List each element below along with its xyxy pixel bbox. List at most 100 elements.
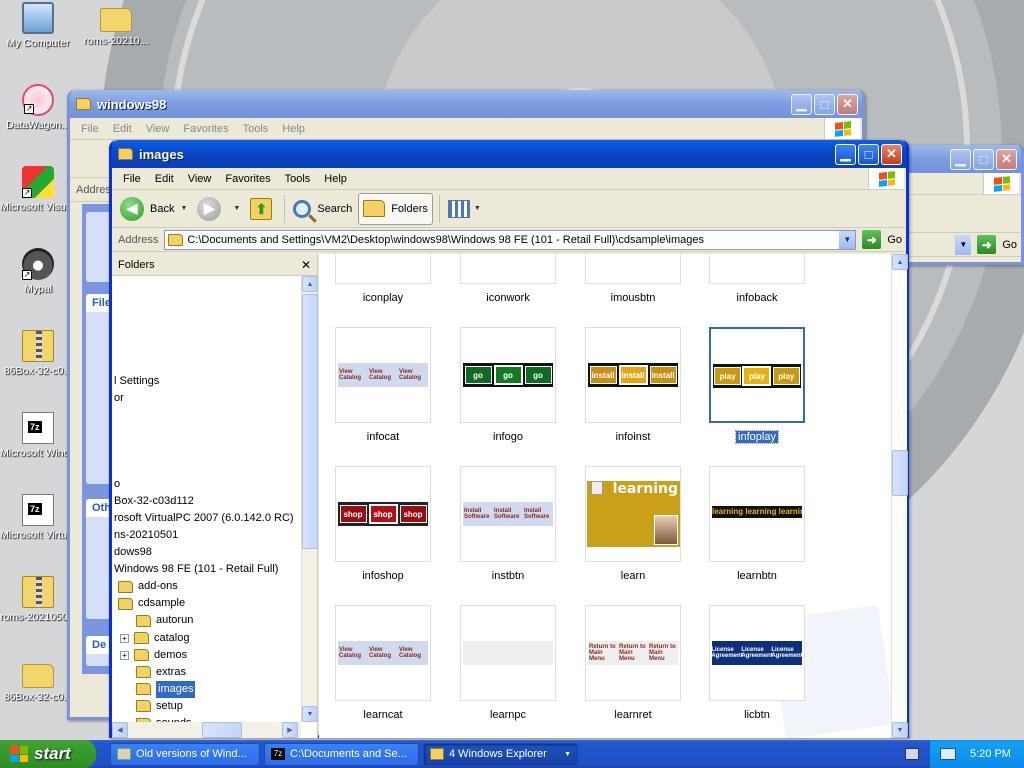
- tree-item[interactable]: rosoft VirtualPC 2007 (6.0.142.0 RC): [114, 510, 294, 527]
- thumbnail[interactable]: [335, 254, 431, 284]
- desktop-icon[interactable]: roms-20210...: [78, 2, 154, 47]
- tree-horizontal-scrollbar[interactable]: ◀ ▶: [112, 722, 301, 738]
- thumbnail-label[interactable]: infogo: [446, 430, 570, 444]
- menu-file[interactable]: File: [116, 173, 148, 185]
- tree-item[interactable]: ns-20210501: [114, 527, 178, 544]
- tree-item[interactable]: Box-32-c03d112: [114, 493, 194, 510]
- menu-help[interactable]: Help: [275, 123, 312, 135]
- tree-item[interactable]: o: [114, 476, 120, 493]
- menu-help[interactable]: Help: [317, 173, 354, 185]
- search-button[interactable]: Search: [289, 193, 356, 225]
- thumbnail-label[interactable]: learn: [571, 569, 695, 583]
- menu-favorites[interactable]: Favorites: [218, 173, 277, 185]
- tree-item[interactable]: dows98: [114, 544, 152, 561]
- desktop-icon[interactable]: 86Box-32-c0...: [0, 330, 76, 377]
- thumbnail[interactable]: go go go: [460, 327, 556, 423]
- maximize-button[interactable]: □: [858, 143, 879, 165]
- close-button[interactable]: ✕: [996, 148, 1017, 170]
- tree-vertical-scrollbar[interactable]: ▲ ▼: [301, 276, 318, 722]
- minimize-button[interactable]: ▁: [791, 93, 812, 115]
- desktop-icon[interactable]: My Computer: [0, 2, 76, 49]
- thumbnail[interactable]: Return to Main Menu Return to Main Menu Re…: [585, 605, 681, 701]
- scroll-left-button[interactable]: ◀: [112, 722, 128, 738]
- thumbnail-label[interactable]: instbtn: [446, 569, 570, 583]
- thumbnail-label[interactable]: infocat: [321, 430, 445, 444]
- keyboard-icon[interactable]: [905, 748, 919, 760]
- menu-tools[interactable]: Tools: [236, 123, 276, 135]
- explorer-window-images[interactable]: images ▁ □ ✕ File Edit View Favorites Tools H…: [109, 140, 909, 738]
- desktop-icon[interactable]: 7z Microsoft VirtualPC 20...: [0, 494, 76, 541]
- thumbnail[interactable]: install install install: [585, 327, 681, 423]
- thumbnail-label[interactable]: learnpc: [446, 708, 570, 722]
- maximize-button[interactable]: □: [973, 148, 994, 170]
- scroll-up-button[interactable]: ▲: [892, 254, 908, 270]
- tree-item[interactable]: cdsample: [118, 595, 185, 612]
- thumbnail[interactable]: learning learning learning: [709, 466, 805, 562]
- taskbar-item-7zip[interactable]: 7z C:\Documents and Se...: [264, 742, 419, 766]
- menu-view[interactable]: View: [181, 173, 219, 185]
- thumbnail[interactable]: shop shop shop: [335, 466, 431, 562]
- close-button[interactable]: ✕: [881, 143, 902, 165]
- start-button[interactable]: start: [0, 740, 96, 768]
- tree-item[interactable]: sounds: [136, 715, 191, 722]
- desktop-icon[interactable]: ↗ Mypal: [0, 248, 76, 295]
- go-button[interactable]: ➜ Go: [862, 230, 902, 249]
- clock[interactable]: 5:20 PM: [970, 748, 1011, 760]
- close-icon[interactable]: ✕: [301, 258, 311, 272]
- menu-favorites[interactable]: Favorites: [176, 123, 235, 135]
- tree-item[interactable]: l Settings: [114, 373, 159, 390]
- dropdown-arrow-icon[interactable]: ▼: [180, 205, 187, 212]
- maximize-button[interactable]: □: [814, 93, 835, 115]
- tree-item[interactable]: add-ons: [118, 578, 178, 595]
- up-button[interactable]: ⬆: [246, 193, 278, 225]
- address-dropdown-button[interactable]: ▼: [955, 234, 972, 255]
- thumbnail[interactable]: learning: [585, 466, 681, 562]
- thumbnail-label[interactable]: infoplay: [695, 430, 819, 444]
- thumbnail-label[interactable]: licbtn: [695, 708, 819, 722]
- minimize-button[interactable]: ▁: [835, 143, 856, 165]
- thumbnail[interactable]: Install Software Install Software Install …: [460, 466, 556, 562]
- scroll-thumb[interactable]: [892, 450, 908, 496]
- thumbnail-label[interactable]: learnbtn: [695, 569, 819, 583]
- minimize-button[interactable]: ▁: [950, 148, 971, 170]
- tree-item[interactable]: autorun: [136, 612, 193, 629]
- tree-item[interactable]: + demos: [120, 647, 187, 664]
- thumbnail[interactable]: [460, 254, 556, 284]
- thumbnail[interactable]: [709, 254, 805, 284]
- thumbnail[interactable]: View Catalog View Catalog View Catalog: [335, 605, 431, 701]
- tree-item[interactable]: extras: [136, 664, 186, 681]
- thumbnail[interactable]: License Agreement License Agreement Licens…: [709, 605, 805, 701]
- thumbnail[interactable]: [585, 254, 681, 284]
- tree-item[interactable]: + catalog: [120, 630, 189, 647]
- thumbnail-label[interactable]: infoback: [695, 291, 819, 305]
- address-input[interactable]: C:\Documents and Settings\VM2\Desktop\wi…: [164, 229, 857, 250]
- scroll-down-button[interactable]: ▼: [302, 706, 318, 722]
- menu-tools[interactable]: Tools: [278, 173, 318, 185]
- tree-item[interactable]: images: [136, 680, 196, 698]
- taskbar-item-old-versions[interactable]: Old versions of Wind...: [110, 742, 260, 766]
- desktop-icon[interactable]: ↗ DataWagon...: [0, 84, 76, 131]
- network-icon[interactable]: [940, 748, 956, 760]
- menu-view[interactable]: View: [139, 123, 177, 135]
- title-bar[interactable]: images ▁ □ ✕: [112, 140, 906, 168]
- desktop-icon[interactable]: roms-2021050...: [0, 576, 76, 623]
- forward-button[interactable]: ▶ ▼: [193, 193, 244, 225]
- desktop-icon[interactable]: ↗ Microsoft Visual C++ 6.0: [0, 166, 76, 213]
- tree-item[interactable]: or: [114, 390, 124, 407]
- thumbnail-label[interactable]: infoinst: [571, 430, 695, 444]
- tree-item[interactable]: Windows 98 FE (101 - Retail Full): [114, 561, 278, 578]
- tree-item[interactable]: setup: [136, 698, 183, 715]
- scroll-right-button[interactable]: ▶: [282, 722, 298, 738]
- expand-icon[interactable]: +: [120, 650, 129, 660]
- close-button[interactable]: ✕: [837, 93, 858, 115]
- thumbnail-label[interactable]: learncat: [321, 708, 445, 722]
- menu-file[interactable]: File: [74, 123, 106, 135]
- thumbnail-label[interactable]: imousbtn: [571, 291, 695, 305]
- content-vertical-scrollbar[interactable]: ▲ ▼: [891, 254, 908, 738]
- thumbnail-label[interactable]: learnret: [571, 708, 695, 722]
- folders-button[interactable]: Folders: [358, 192, 433, 225]
- scroll-thumb[interactable]: [202, 722, 242, 738]
- thumbnail[interactable]: play play play: [709, 327, 805, 423]
- thumbnail-label[interactable]: iconwork: [446, 291, 570, 305]
- go-button[interactable]: ➜ Go: [977, 235, 1017, 254]
